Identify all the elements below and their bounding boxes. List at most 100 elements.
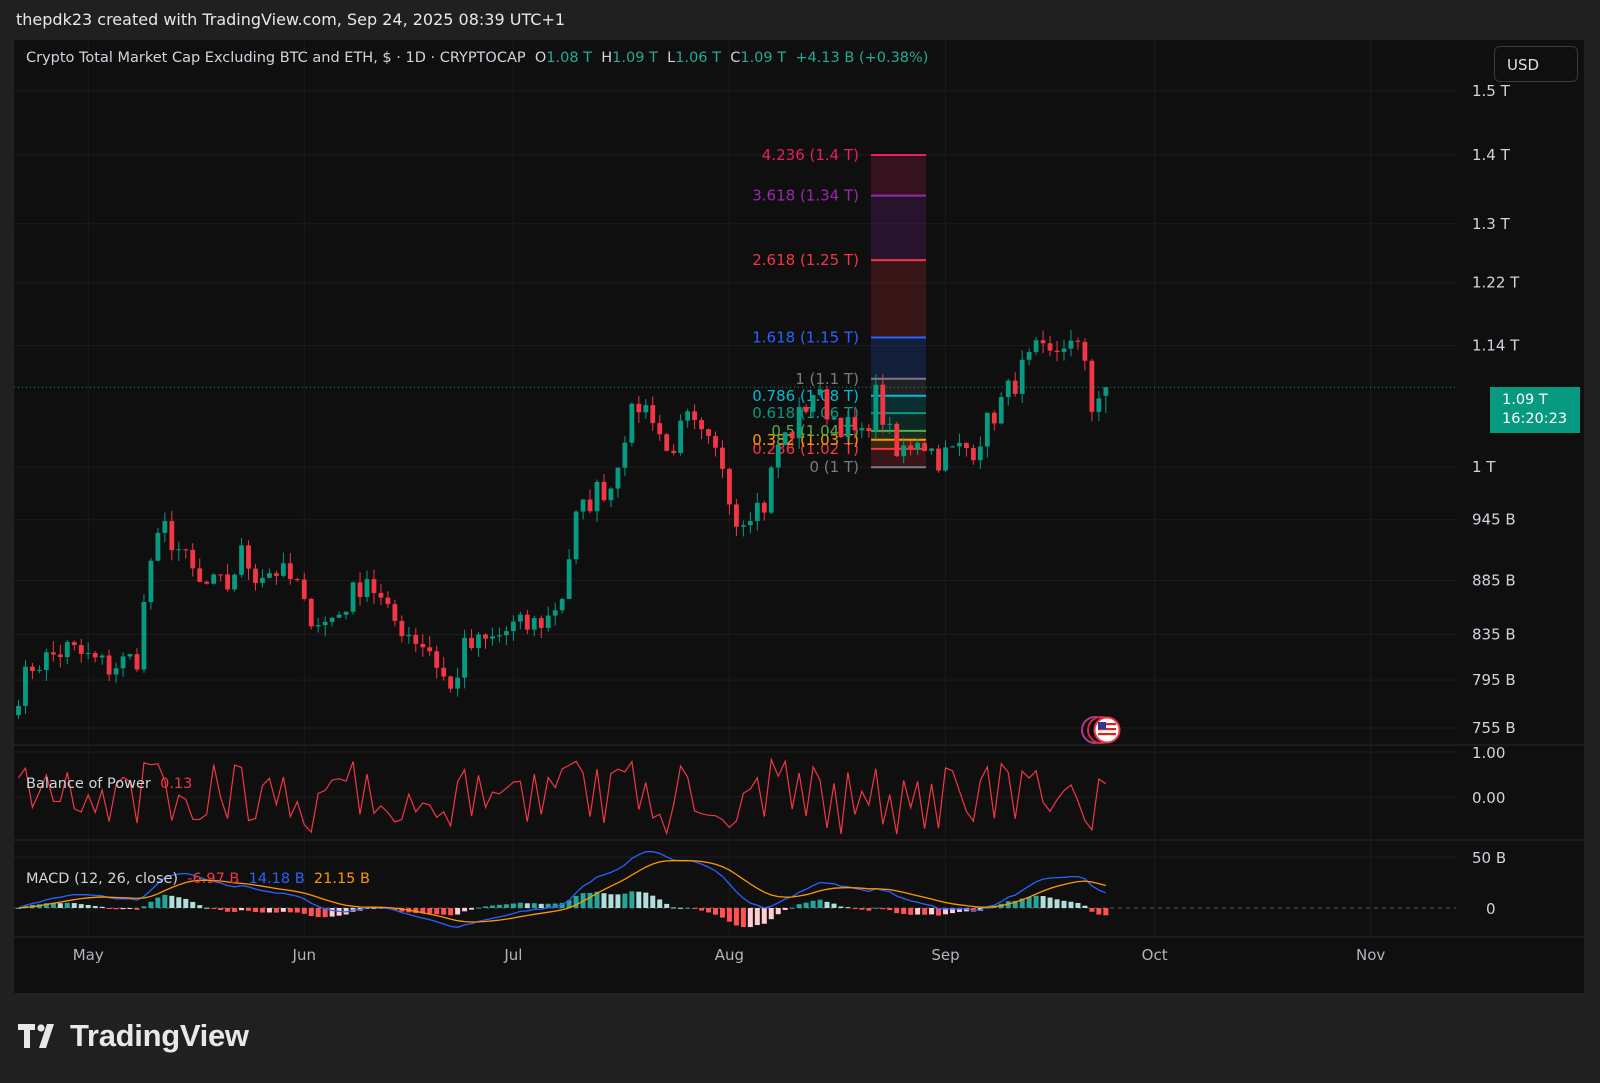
candle-body [601, 481, 607, 501]
macd-histogram-bar [629, 891, 635, 908]
bop-name: Balance of Power [26, 776, 151, 792]
macd-histogram-bar [148, 901, 154, 908]
candle-body [859, 428, 865, 431]
y-axis-label: 1.14 T [1472, 337, 1520, 355]
macd-histogram-bar [455, 908, 461, 915]
macd-histogram-bar [747, 908, 753, 928]
macd-histogram-bar [768, 908, 774, 920]
candle-body [720, 447, 725, 469]
candle-body [894, 423, 900, 457]
macd-histogram-bar [524, 903, 530, 908]
macd-histogram-bar [211, 908, 217, 910]
candle-body [1026, 352, 1032, 360]
macd-histogram-bar [664, 903, 670, 908]
candle-body [1033, 340, 1039, 353]
price-chart[interactable]: May Jun Jul Aug Sep Oct Nov 755 B 795 B 835 B 885 … [14, 40, 1584, 993]
macd-histogram-bar [308, 908, 314, 917]
macd-histogram-bar [726, 908, 732, 922]
candle-body [469, 637, 474, 649]
macd-histogram-bar [496, 904, 502, 908]
chart-panel[interactable]: May Jun Jul Aug Sep Oct Nov 755 B 795 B 835 B 885 … [14, 40, 1584, 993]
x-axis-label: May [73, 946, 104, 964]
currency-button[interactable]: USD [1494, 46, 1578, 82]
bar-countdown: 16:20:23 [1502, 411, 1568, 427]
macd-histogram-bar [162, 894, 168, 908]
us-flag-event-icon[interactable] [1079, 714, 1127, 746]
candle-body [936, 448, 941, 471]
macd-histogram-bar [1061, 900, 1067, 908]
candle-body [517, 614, 523, 622]
candle-body [23, 666, 28, 706]
macd-histogram-bar [824, 901, 830, 908]
macd-histogram-bar [427, 908, 433, 914]
macd-histogram-bar [531, 903, 537, 908]
candle-body [1096, 398, 1102, 412]
candle-body [657, 423, 663, 435]
candle-body [761, 502, 767, 513]
candle-body [462, 637, 467, 678]
fib-level-label: 1 (1.1 T) [795, 370, 859, 388]
candle-body [803, 406, 809, 412]
candle-body [943, 447, 948, 471]
fib-zone [871, 337, 926, 379]
candle-body [1103, 387, 1109, 396]
symbol-title[interactable]: Crypto Total Market Cap Excluding BTC an… [26, 50, 526, 66]
symbol-legend: Crypto Total Market Cap Excluding BTC an… [26, 50, 928, 66]
candle-body [824, 389, 830, 420]
candle-body [970, 447, 976, 461]
macd-histogram-bar [287, 908, 293, 913]
candle-body [141, 602, 147, 670]
macd-histogram-bar [754, 908, 760, 926]
bop-legend[interactable]: Balance of Power 0.13 [26, 776, 192, 792]
candle-body [1054, 350, 1060, 352]
candle-body [594, 481, 600, 512]
macd-histogram-bar [106, 908, 112, 909]
x-axis-label: Nov [1356, 946, 1385, 964]
candle-body [984, 412, 990, 447]
macd-histogram-bar [915, 908, 921, 915]
macd-histogram-bar [266, 908, 272, 913]
candle-body [434, 651, 440, 668]
macd-legend[interactable]: MACD (12, 26, close) -6.97 B 14.18 B 21.… [26, 871, 370, 887]
macd-histogram-bar [232, 908, 238, 912]
macd-histogram-bar [796, 904, 802, 908]
macd-histogram-bar [503, 904, 509, 908]
macd-histogram-bar [922, 908, 928, 915]
y-axis-label: 795 B [1472, 671, 1516, 689]
y-axis-label: 1.22 T [1472, 274, 1520, 292]
candle-body [636, 403, 642, 413]
candle-body [16, 705, 21, 716]
macd-histogram-bar [761, 908, 767, 924]
candle-body [490, 636, 495, 639]
macd-histogram-bar [685, 907, 691, 909]
macd-histogram-bar [92, 906, 98, 908]
candle-body [315, 625, 321, 627]
macd-histogram-bar [852, 908, 858, 909]
candle-body [504, 631, 509, 636]
candle-body [441, 667, 447, 677]
macd-histogram-bar [183, 898, 189, 908]
macd-histogram-bar [469, 908, 475, 910]
macd-histogram-bar [448, 908, 454, 916]
candle-body [267, 573, 272, 578]
y-axis-label: 1.4 T [1472, 146, 1511, 164]
candle-body [685, 411, 691, 421]
macd-histogram-bar [64, 902, 70, 908]
y-axis-label: 885 B [1472, 572, 1516, 590]
macd-histogram-bar [908, 908, 914, 915]
macd-histogram-bar [155, 897, 161, 908]
bop-axis-label: 1.00 [1472, 744, 1505, 762]
macd-histogram-bar [99, 906, 105, 908]
candle-body [629, 403, 635, 443]
macd-histogram-bar [218, 908, 224, 911]
candle-body [37, 669, 42, 671]
candle-body [545, 615, 551, 628]
tradingview-logo[interactable]: TradingView [18, 1018, 249, 1054]
macd-histogram-bar [1033, 895, 1039, 908]
close-label: C [730, 50, 741, 66]
candle-body [30, 666, 35, 671]
candle-body [280, 563, 286, 576]
macd-histogram-bar [127, 908, 133, 909]
y-axis-label: 755 B [1472, 719, 1516, 737]
candle-body [1019, 359, 1025, 394]
